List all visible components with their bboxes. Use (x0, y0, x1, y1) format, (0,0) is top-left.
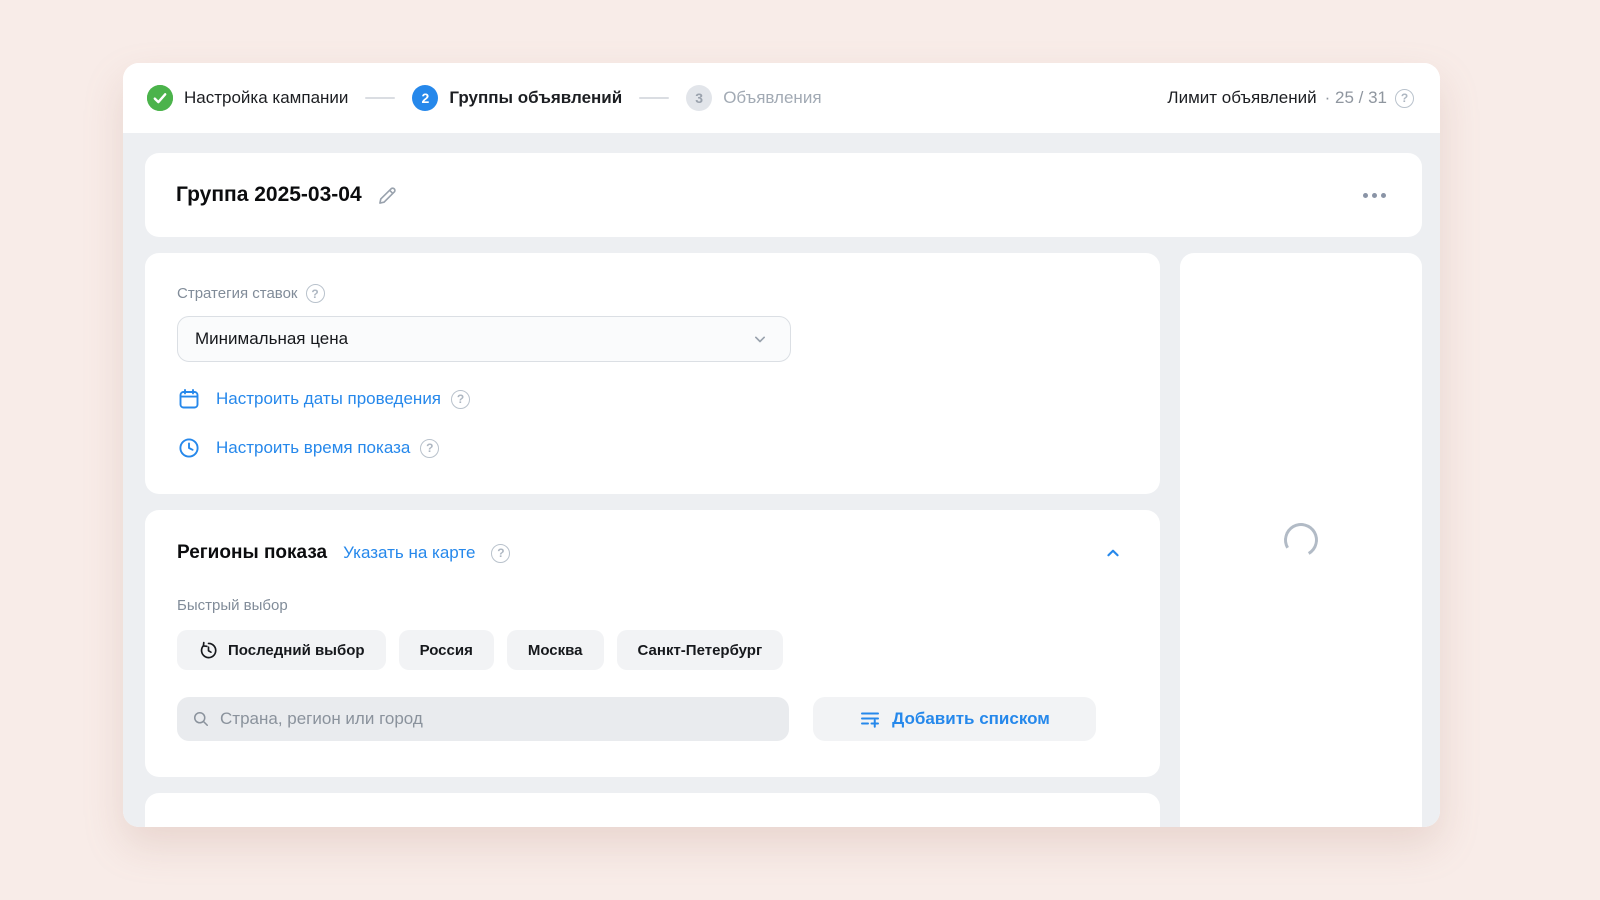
ads-limit: Лимит объявлений · 25 / 31 ? (1167, 88, 1414, 108)
strategy-label: Стратегия ставок (177, 285, 298, 302)
help-icon[interactable]: ? (491, 543, 511, 563)
regions-card: Регионы показа Указать на карте ? Быстры… (145, 510, 1160, 777)
group-header-card: Группа 2025-03-04 (145, 153, 1422, 237)
step-number-badge: 3 (686, 85, 713, 111)
ads-limit-label: Лимит объявлений (1167, 88, 1317, 107)
set-time-link[interactable]: Настроить время показа (216, 438, 410, 458)
help-icon[interactable]: ? (305, 284, 325, 303)
list-plus-icon (859, 708, 881, 730)
campaign-editor-window: Настройка кампании 2 Группы объявлений 3… (123, 63, 1440, 827)
group-title: Группа 2025-03-04 (176, 183, 362, 206)
chip-label: Санкт-Петербург (637, 641, 763, 659)
ads-limit-value: · 25 / 31 (1324, 88, 1387, 107)
history-icon (198, 640, 219, 661)
bid-strategy-select[interactable]: Минимальная цена (177, 316, 791, 362)
step-connector (639, 97, 670, 99)
chip-russia[interactable]: Россия (398, 630, 494, 670)
step-ads[interactable]: 3 Объявления (686, 85, 822, 111)
step-label: Группы объявлений (449, 88, 623, 107)
regions-title: Регионы показа (177, 542, 328, 563)
region-search-box (177, 697, 789, 741)
regions-header: Регионы показа Указать на карте ? (177, 538, 1128, 568)
edit-pencil-icon[interactable] (376, 184, 399, 207)
pick-on-map-link[interactable]: Указать на карте (343, 543, 475, 563)
help-icon[interactable]: ? (451, 389, 471, 409)
set-time-row: Настроить время показа ? (177, 436, 1128, 460)
chevron-up-icon[interactable] (1098, 538, 1128, 568)
strategy-label-row: Стратегия ставок ? (177, 284, 1128, 303)
next-section-card-peek (145, 793, 1160, 827)
region-search-input[interactable] (220, 709, 775, 729)
chip-saint-petersburg[interactable]: Санкт-Петербург (616, 630, 784, 670)
quick-select-label: Быстрый выбор (177, 597, 288, 614)
search-icon (191, 709, 211, 729)
chip-label: Москва (527, 641, 583, 659)
main-column: Стратегия ставок ? Минимальная цена Наст… (145, 253, 1160, 827)
strategy-card: Стратегия ставок ? Минимальная цена Наст… (145, 253, 1160, 494)
loading-spinner-icon (1280, 519, 1322, 561)
content-area: Группа 2025-03-04 Стратегия ставок ? Мин… (123, 133, 1440, 827)
two-column-layout: Стратегия ставок ? Минимальная цена Наст… (145, 253, 1422, 827)
step-number-badge: 2 (412, 85, 439, 111)
step-campaign-settings[interactable]: Настройка кампании (147, 85, 348, 111)
chip-moscow[interactable]: Москва (506, 630, 604, 670)
clock-icon (177, 436, 201, 460)
group-more-menu-icon[interactable] (1357, 187, 1392, 204)
step-label: Настройка кампании (184, 88, 349, 107)
set-dates-row: Настроить даты проведения ? (177, 387, 1128, 411)
step-label: Объявления (723, 88, 822, 107)
region-search-row: Добавить списком (177, 697, 1128, 741)
bid-strategy-value: Минимальная цена (195, 329, 349, 348)
chip-label: Россия (419, 641, 473, 659)
wizard-topbar: Настройка кампании 2 Группы объявлений 3… (123, 63, 1440, 133)
calendar-icon (177, 387, 201, 411)
quick-select-chips: Последний выбор Россия Москва Санкт-Пете… (177, 630, 1128, 670)
set-dates-link[interactable]: Настроить даты проведения (216, 389, 441, 409)
wizard-stepper: Настройка кампании 2 Группы объявлений 3… (147, 85, 822, 111)
preview-panel (1180, 253, 1422, 827)
add-by-list-label: Добавить списком (892, 709, 1050, 728)
add-by-list-button[interactable]: Добавить списком (813, 697, 1096, 741)
step-ad-groups[interactable]: 2 Группы объявлений (412, 85, 622, 111)
help-icon[interactable]: ? (1395, 88, 1414, 108)
check-circle-icon (147, 85, 173, 111)
chevron-down-icon (750, 329, 770, 349)
help-icon[interactable]: ? (420, 438, 440, 458)
chip-last-selection[interactable]: Последний выбор (177, 630, 386, 670)
chip-label: Последний выбор (228, 641, 365, 659)
step-connector (365, 97, 396, 99)
